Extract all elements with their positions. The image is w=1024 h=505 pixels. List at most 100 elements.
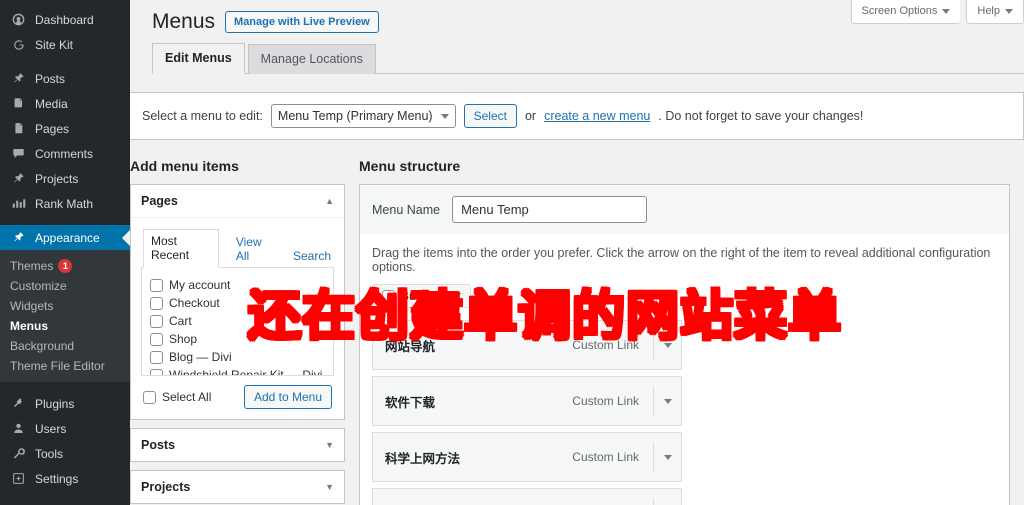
add-to-menu-button[interactable]: Add to Menu bbox=[243, 385, 332, 410]
sidebar-item-users[interactable]: Users bbox=[0, 416, 130, 441]
wrench-icon bbox=[9, 446, 28, 462]
chevron-down-icon[interactable] bbox=[653, 498, 681, 505]
checkbox[interactable] bbox=[143, 390, 156, 404]
sidebar-item-label: Appearance bbox=[35, 230, 100, 245]
settings-icon bbox=[9, 471, 28, 487]
posts-panel-header[interactable]: Posts ▼ bbox=[131, 429, 344, 461]
chevron-up-icon[interactable]: ▲ bbox=[325, 196, 334, 206]
list-item[interactable]: Blog — Divi bbox=[150, 348, 325, 366]
screen-options-label: Screen Options bbox=[861, 5, 938, 17]
chevron-down-icon bbox=[440, 114, 449, 120]
submenu-item-theme-file-editor[interactable]: Theme File Editor bbox=[0, 356, 130, 376]
media-icon bbox=[9, 96, 28, 112]
projects-panel-title: Projects bbox=[141, 480, 191, 495]
submenu-item-menus[interactable]: Menus bbox=[0, 316, 130, 336]
pages-icon bbox=[9, 121, 28, 137]
sidebar-separator bbox=[0, 491, 130, 500]
checkbox[interactable] bbox=[150, 278, 163, 292]
inner-tab-most-recent[interactable]: Most Recent bbox=[143, 229, 219, 269]
inner-tab-view-all[interactable]: View All bbox=[233, 231, 276, 268]
submenu-item-customize[interactable]: Customize bbox=[0, 276, 130, 296]
pages-panel-title: Pages bbox=[141, 194, 178, 209]
manage-with-live-preview-button[interactable]: Manage with Live Preview bbox=[225, 10, 379, 33]
select-menu-button[interactable]: Select bbox=[463, 104, 517, 129]
list-item[interactable]: Windshield Repair Kit — Divi bbox=[150, 366, 325, 376]
menu-item-row[interactable]: 软件下载 Custom Link bbox=[372, 376, 682, 427]
rank-math-icon bbox=[9, 196, 28, 212]
sidebar-separator bbox=[0, 216, 130, 225]
sidebar-item-label: Site Kit bbox=[35, 37, 74, 52]
site-kit-icon bbox=[9, 37, 28, 53]
help-button[interactable]: Help bbox=[966, 0, 1024, 24]
menu-item-type: Custom Link bbox=[572, 450, 639, 465]
main-content: Screen Options Help Menus Manage with Li… bbox=[130, 0, 1024, 505]
menu-structure-heading: Menu structure bbox=[359, 158, 461, 175]
checkbox[interactable] bbox=[150, 296, 163, 310]
menu-select-dropdown[interactable]: Menu Temp (Primary Menu) bbox=[270, 104, 456, 129]
menu-item-meta: Divi bbox=[619, 498, 681, 505]
sidebar-item-rank-math[interactable]: Rank Math bbox=[0, 191, 130, 216]
sidebar-item-comments[interactable]: Comments bbox=[0, 141, 130, 166]
submenu-item-background[interactable]: Background bbox=[0, 336, 130, 356]
comment-icon bbox=[9, 146, 28, 162]
submenu-item-label: Widgets bbox=[10, 299, 54, 313]
checkbox[interactable] bbox=[150, 314, 163, 328]
pages-panel-header[interactable]: Pages ▲ bbox=[131, 185, 344, 219]
projects-panel: Projects ▼ bbox=[130, 470, 345, 505]
chevron-down-icon bbox=[942, 8, 951, 14]
list-item-label: Cart bbox=[169, 314, 192, 329]
sidebar-item-label: Users bbox=[35, 421, 67, 436]
sidebar-item-label: Comments bbox=[35, 146, 94, 161]
list-item-label: My account bbox=[169, 278, 231, 293]
checkbox[interactable] bbox=[150, 350, 163, 364]
menu-item-title: 科学上网方法 bbox=[385, 451, 461, 466]
list-item-label: Shop bbox=[169, 332, 198, 347]
chevron-down-icon[interactable] bbox=[653, 442, 681, 473]
sidebar-item-plugins[interactable]: Plugins bbox=[0, 391, 130, 416]
checkbox[interactable] bbox=[150, 332, 163, 346]
inner-tab-search[interactable]: Search bbox=[290, 245, 334, 268]
sidebar-item-divi[interactable]: Divi bbox=[0, 500, 130, 505]
tab-edit-menus[interactable]: Edit Menus bbox=[152, 43, 245, 75]
sidebar-item-label: Pages bbox=[35, 121, 70, 136]
dashboard-icon bbox=[9, 12, 28, 28]
sidebar-item-settings[interactable]: Settings bbox=[0, 466, 130, 491]
sidebar-item-label: Media bbox=[35, 96, 68, 111]
add-menu-items-heading: Add menu items bbox=[130, 158, 239, 175]
chevron-down-icon[interactable]: ▼ bbox=[325, 440, 334, 450]
pin-icon bbox=[9, 71, 28, 87]
appearance-submenu: Themes 1 Customize Widgets Menus Backgro… bbox=[0, 250, 130, 382]
sidebar-item-pages[interactable]: Pages bbox=[0, 116, 130, 141]
sidebar-item-label: Rank Math bbox=[35, 196, 94, 211]
tab-manage-locations[interactable]: Manage Locations bbox=[247, 44, 376, 75]
sidebar-separator bbox=[0, 57, 130, 66]
nav-tabs: Edit Menus Manage Locations bbox=[152, 43, 1024, 75]
screen-options-button[interactable]: Screen Options bbox=[850, 0, 961, 24]
sidebar-item-media[interactable]: Media bbox=[0, 91, 130, 116]
menu-structure-body: Drag the items into the order you prefer… bbox=[359, 234, 1010, 505]
sidebar-item-label: Plugins bbox=[35, 396, 75, 411]
wordpress-admin-screen: Dashboard Site Kit Posts Media Pages Com… bbox=[0, 0, 1024, 505]
screen-meta-bar: Screen Options Help bbox=[850, 0, 1024, 24]
sidebar-item-tools[interactable]: Tools bbox=[0, 441, 130, 466]
submenu-item-themes[interactable]: Themes 1 bbox=[0, 256, 130, 276]
projects-panel-header[interactable]: Projects ▼ bbox=[131, 471, 344, 503]
create-new-menu-link[interactable]: create a new menu bbox=[544, 109, 650, 123]
select-all-control[interactable]: Select All bbox=[143, 388, 211, 406]
sidebar-item-site-kit[interactable]: Site Kit bbox=[0, 32, 130, 57]
sidebar-item-posts[interactable]: Posts bbox=[0, 66, 130, 91]
submenu-item-widgets[interactable]: Widgets bbox=[0, 296, 130, 316]
sidebar-item-appearance[interactable]: Appearance bbox=[0, 225, 130, 250]
menu-item-meta: Custom Link bbox=[572, 386, 681, 417]
chevron-down-icon[interactable] bbox=[653, 386, 681, 417]
chevron-down-icon[interactable]: ▼ bbox=[325, 482, 334, 492]
sidebar-item-dashboard[interactable]: Dashboard bbox=[0, 7, 130, 32]
menu-name-input[interactable]: Menu Temp bbox=[452, 196, 648, 224]
menu-item-title: 软件下载 bbox=[385, 395, 436, 410]
sidebar-item-projects[interactable]: Projects bbox=[0, 166, 130, 191]
menu-item-row[interactable]: 一句话 Divi bbox=[372, 488, 682, 505]
menu-items-list: 网站导航 Custom Link 软件下载 Custom Link 科学上网方法… bbox=[372, 320, 997, 505]
menu-item-meta: Custom Link bbox=[572, 442, 681, 473]
checkbox[interactable] bbox=[150, 368, 163, 376]
menu-item-row[interactable]: 科学上网方法 Custom Link bbox=[372, 432, 682, 483]
